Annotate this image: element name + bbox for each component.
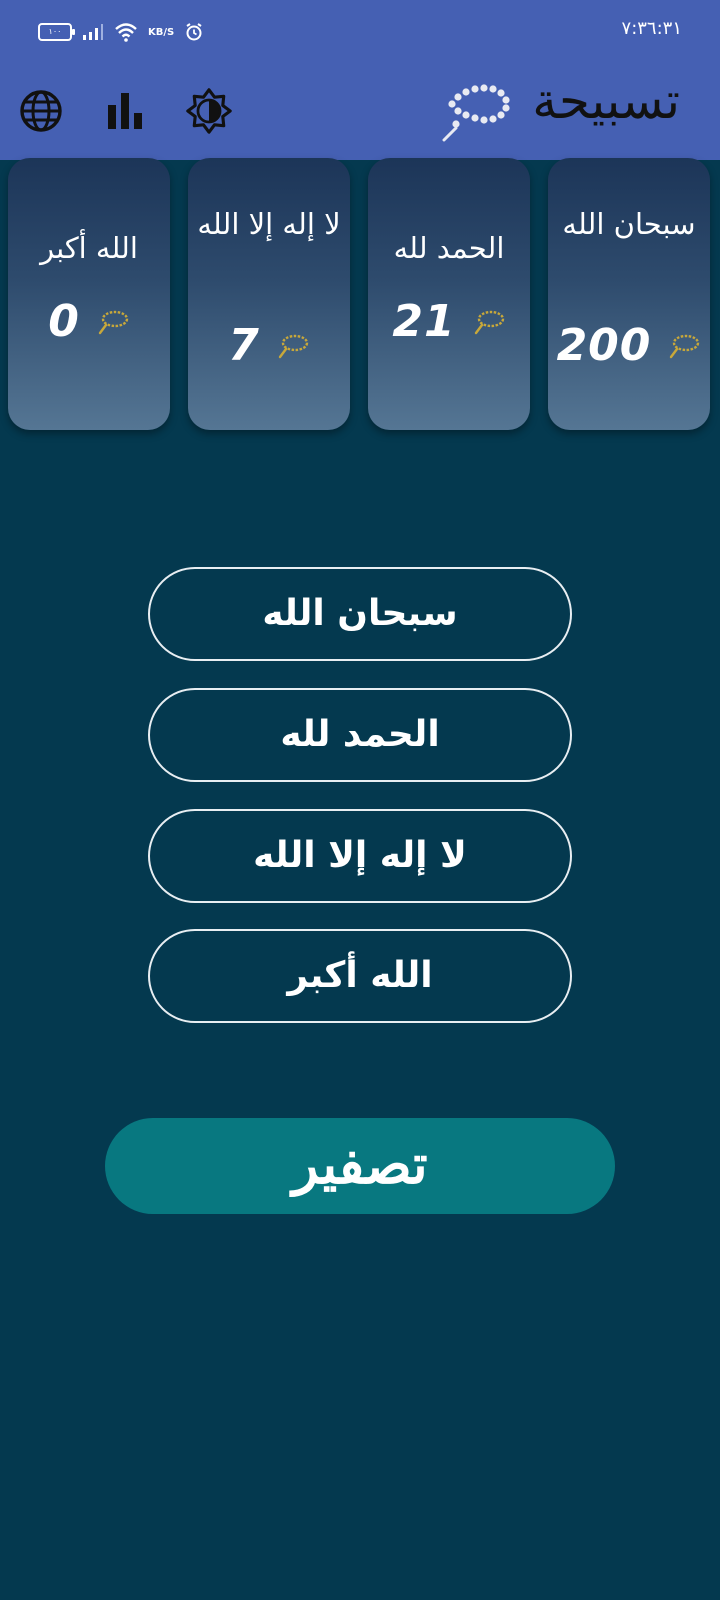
counter-card-label: الله أكبر (40, 231, 138, 265)
alhamdulillah-button[interactable]: الحمد لله (148, 688, 572, 782)
counter-card-count: 200 (556, 320, 652, 371)
counter-card-la-ilaha-illallah[interactable]: لا إله إلا الله 7 (188, 158, 350, 430)
wifi-icon (115, 23, 137, 42)
counter-card-label: الحمد لله (393, 231, 505, 265)
allahu-akbar-button[interactable]: الله أكبر (148, 929, 572, 1023)
counter-card-label: لا إله إلا الله (197, 207, 341, 241)
app-bar-actions (18, 88, 232, 134)
counter-card-count: 0 (48, 296, 80, 347)
prayer-beads-icon (442, 84, 510, 142)
counter-card-count: 21 (392, 296, 456, 347)
brightness-theme-icon[interactable] (186, 88, 232, 134)
language-globe-icon[interactable] (18, 88, 64, 134)
prayer-beads-icon (278, 334, 309, 358)
counter-card-allahu-akbar[interactable]: الله أكبر 0 (8, 158, 170, 430)
counter-card-count-row: 0 (8, 296, 170, 347)
counter-card-count-row: 21 (368, 296, 530, 347)
counter-card-label: سبحان الله (562, 207, 696, 241)
prayer-beads-icon (670, 334, 700, 358)
status-time: ٧:٣٦:٣١ (621, 18, 682, 39)
battery-level: ١٠٠ (48, 27, 62, 36)
app-header: ١٠٠ KB/S ٧:٣٦:٣١ تسبيحة (0, 0, 720, 160)
subhanallah-button[interactable]: سبحان الله (148, 567, 572, 661)
status-bar-icons: ١٠٠ KB/S (38, 20, 204, 44)
alarm-icon (186, 23, 202, 41)
app-title: تسبيحة (532, 72, 680, 130)
counter-card-count: 7 (228, 320, 260, 371)
counter-cards: سبحان الله 200 الحمد لله 21 لا إله إلا ا… (8, 158, 712, 430)
network-speed-unit: KB/S (148, 26, 175, 38)
la-ilaha-illallah-button[interactable]: لا إله إلا الله (148, 809, 572, 903)
prayer-beads-icon (474, 310, 504, 334)
counter-card-subhanallah[interactable]: سبحان الله 200 (548, 158, 710, 430)
statistics-bar-chart-icon[interactable] (102, 88, 148, 134)
battery-icon: ١٠٠ (38, 23, 75, 41)
counter-card-count-row: 200 (548, 320, 710, 371)
counter-card-alhamdulillah[interactable]: الحمد لله 21 (368, 158, 530, 430)
prayer-beads-icon (98, 310, 129, 334)
counter-card-count-row: 7 (188, 320, 350, 371)
reset-button[interactable]: تصفير (105, 1118, 615, 1214)
signal-icon (83, 24, 103, 40)
